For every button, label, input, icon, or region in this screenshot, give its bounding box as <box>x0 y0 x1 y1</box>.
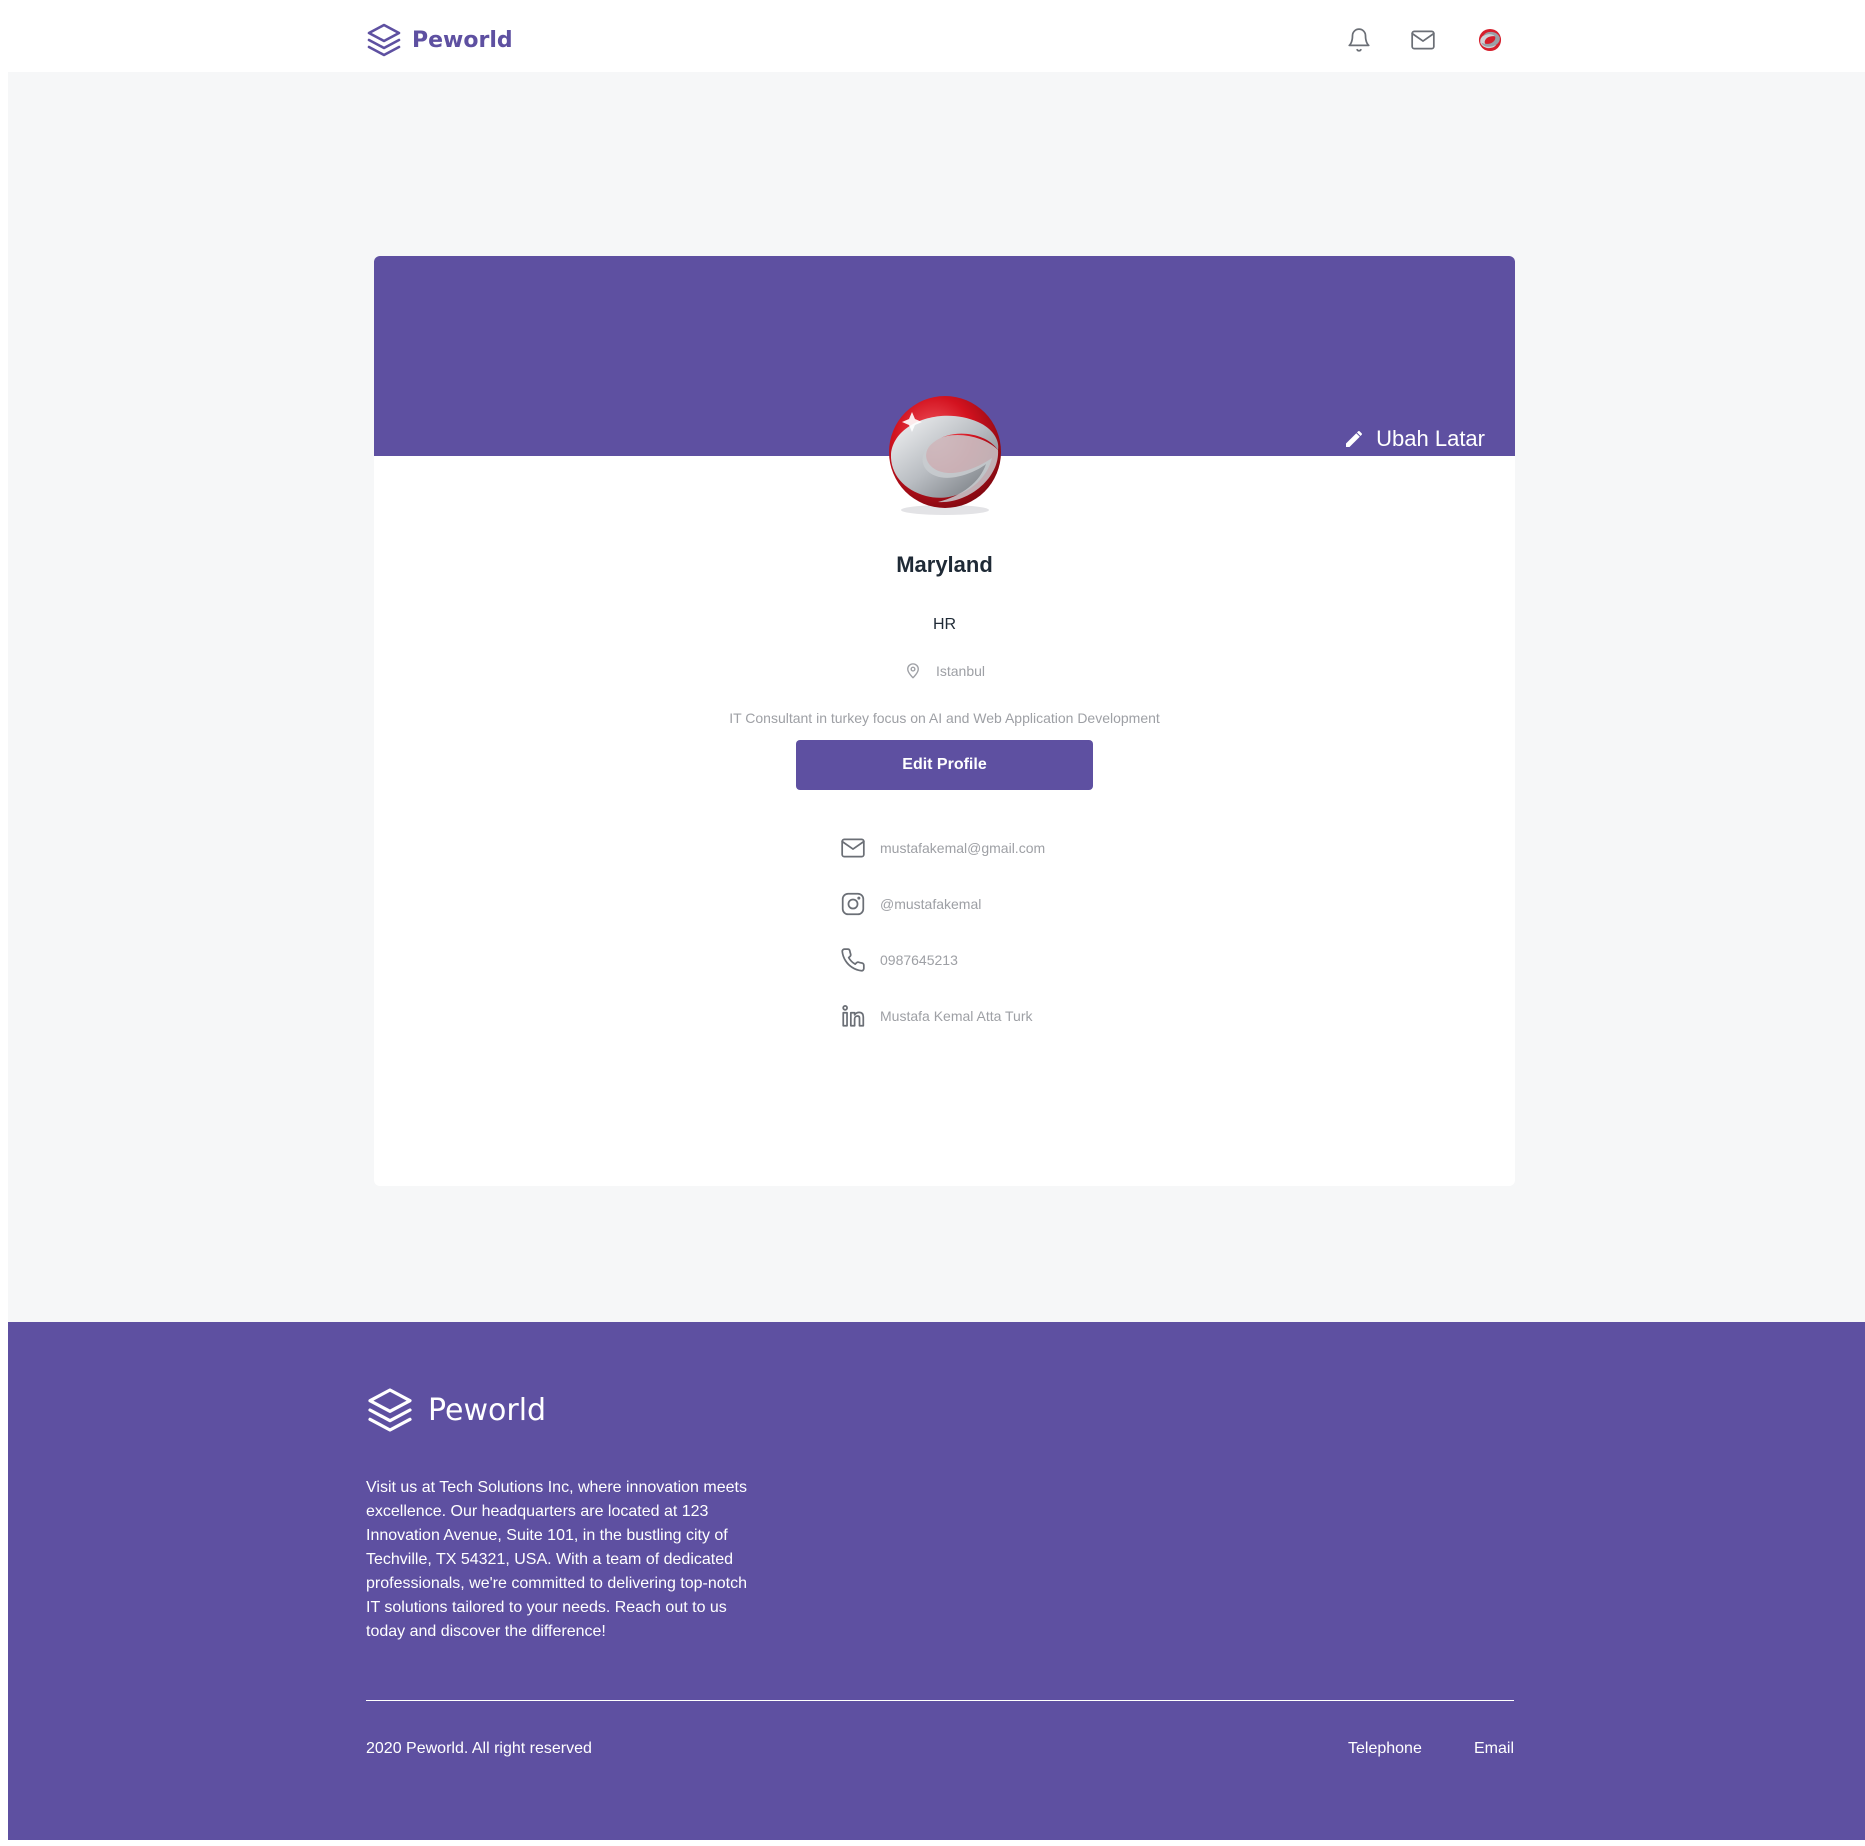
contact-email: mustafakemal@gmail.com <box>840 834 1240 862</box>
change-background-label: Ubah Latar <box>1376 426 1485 451</box>
contact-linkedin-text[interactable]: Mustafa Kemal Atta Turk <box>880 1008 1033 1024</box>
contact-email-text[interactable]: mustafakemal@gmail.com <box>880 840 1045 856</box>
contact-phone-text[interactable]: 0987645213 <box>880 952 958 968</box>
footer-link-telephone[interactable]: Telephone <box>1348 1740 1422 1758</box>
footer-link-email[interactable]: Email <box>1474 1740 1514 1758</box>
profile-location: Istanbul <box>374 662 1515 680</box>
instagram-icon <box>841 892 865 916</box>
mail-icon[interactable] <box>1408 22 1438 58</box>
avatar[interactable] <box>1472 20 1508 60</box>
layers-logo-icon <box>368 1388 412 1432</box>
profile-card: Ubah Latar Maryland HR Istanbul IT Consu… <box>374 256 1515 1186</box>
pencil-icon <box>1346 431 1363 447</box>
bell-icon[interactable] <box>1344 22 1374 58</box>
change-background-button[interactable]: Ubah Latar <box>1344 426 1485 452</box>
profile-name: Maryland <box>896 552 993 577</box>
footer-copyright: 2020 Peworld. All right reserved <box>366 1740 592 1757</box>
profile-avatar <box>882 392 1008 518</box>
location-text: Istanbul <box>935 663 986 679</box>
map-pin-icon <box>907 663 919 679</box>
phone-icon <box>841 948 865 972</box>
profile-description: IT Consultant in turkey focus on AI and … <box>729 710 1160 726</box>
footer-brand-name: Peworld <box>428 1392 547 1428</box>
footer-about-text: Visit us at Tech Solutions Inc, where in… <box>366 1479 748 1640</box>
contact-instagram-text[interactable]: @mustafakemal <box>880 896 981 912</box>
contact-linkedin: Mustafa Kemal Atta Turk <box>840 1002 1240 1030</box>
main-content: Ubah Latar Maryland HR Istanbul IT Consu… <box>8 72 1865 1322</box>
contact-instagram: @mustafakemal <box>840 890 1240 918</box>
nav-icons <box>0 22 1865 58</box>
contact-phone: 0987645213 <box>840 946 1240 974</box>
contact-list: mustafakemal@gmail.com @mustafakemal 098… <box>840 834 1240 1058</box>
footer-links: Telephone Email <box>1348 1740 1514 1758</box>
footer: Peworld Visit us at Tech Solutions Inc, … <box>8 1322 1865 1840</box>
linkedin-icon <box>842 1005 865 1027</box>
mail-icon <box>841 838 865 858</box>
top-navbar: Peworld <box>0 0 1865 72</box>
edit-profile-button[interactable]: Edit Profile <box>796 740 1093 790</box>
footer-brand-logo[interactable]: Peworld <box>366 1386 546 1434</box>
footer-divider <box>366 1700 1514 1701</box>
profile-role: HR <box>932 616 957 633</box>
